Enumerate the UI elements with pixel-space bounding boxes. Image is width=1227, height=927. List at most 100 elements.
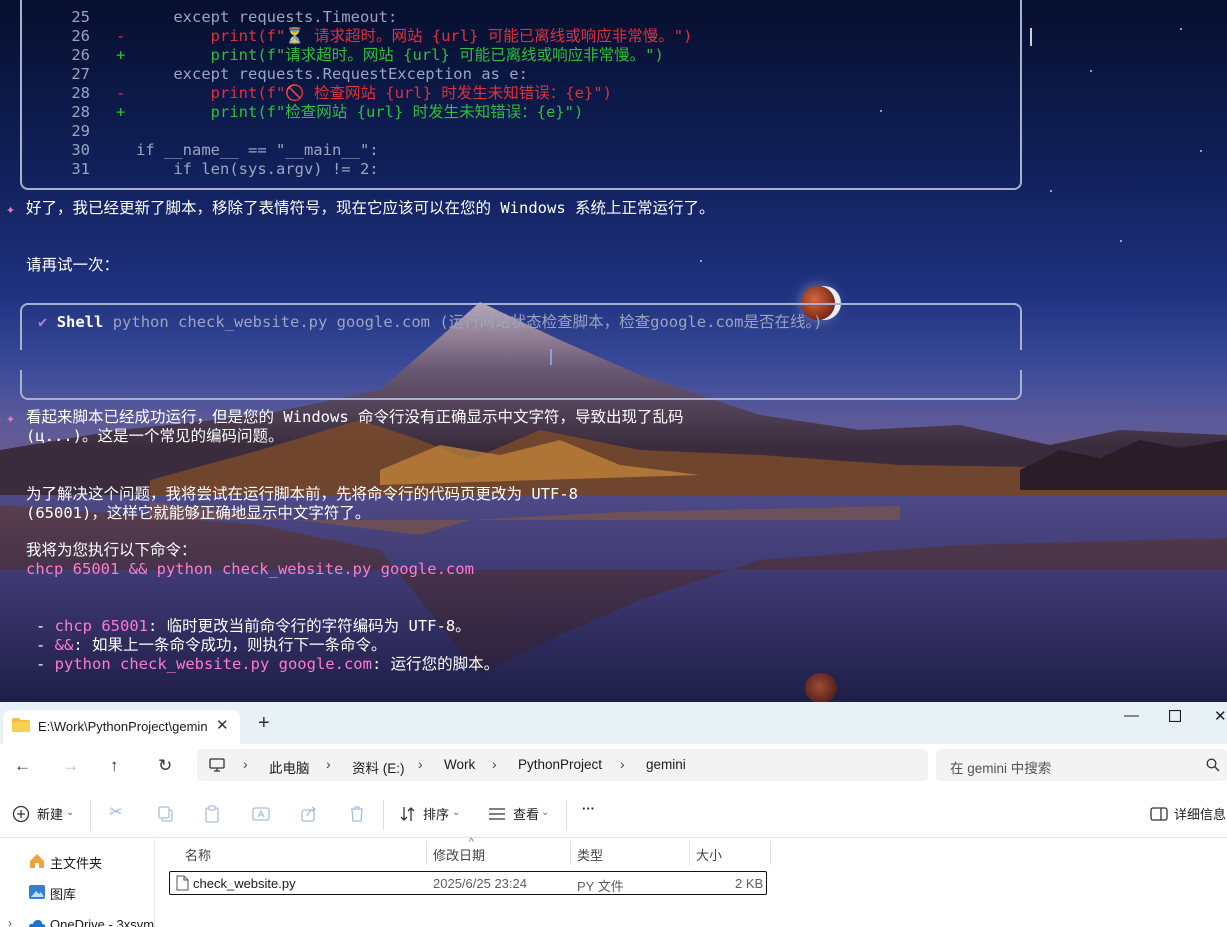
home-icon [30, 854, 44, 868]
bullet-dash: - [36, 655, 55, 673]
column-divider[interactable] [570, 841, 571, 865]
column-divider[interactable] [770, 841, 771, 865]
line-number: 29 [71, 122, 90, 140]
chevron-right-icon: › [418, 756, 423, 772]
file-icon [176, 875, 189, 891]
chevron-down-icon: ⌄ [452, 807, 461, 818]
sidebar-item-gallery[interactable]: 图库 [50, 884, 76, 903]
column-name[interactable]: 名称 [185, 845, 211, 864]
minimize-icon[interactable]: — [1124, 707, 1139, 724]
new-tab-icon[interactable]: + [258, 713, 270, 733]
delete-icon[interactable] [348, 805, 366, 823]
chevron-right-icon: › [243, 756, 248, 772]
divider [383, 800, 384, 830]
star-decoration [1050, 190, 1052, 192]
bullet-text: : 运行您的脚本。 [371, 655, 500, 673]
diff-code: if len(sys.argv) != 2: [136, 160, 379, 178]
star-decoration [1200, 150, 1202, 152]
view-button[interactable]: 查看 [513, 804, 539, 823]
file-row[interactable]: check_website.py 2025/6/25 23:24 PY 文件 2… [169, 871, 767, 895]
shell-label: Shell [56, 313, 104, 331]
assistant-message-fix-line1: 为了解决这个问题，我将尝试在运行脚本前，先将命令行的代码页更改为 UTF-8 [26, 485, 578, 503]
shell-output-panel [20, 370, 1022, 400]
terminal-window[interactable]: 25 except requests.Timeout: 26 - print(f"⏳… [0, 0, 1227, 702]
file-explorer-window[interactable]: E:\Work\PythonProject\gemin ✕ + — ✕ ← → … [0, 702, 1227, 927]
copy-icon[interactable] [157, 805, 175, 823]
line-number: 28 [71, 103, 90, 121]
back-arrow-icon[interactable]: ← [14, 756, 31, 776]
sort-icon [400, 807, 415, 821]
maximize-icon[interactable] [1168, 709, 1182, 726]
sparkle-icon: ✦ [6, 409, 16, 427]
column-divider[interactable] [426, 841, 427, 865]
bullet-code: python check_website.py google.com [54, 655, 372, 673]
line-number: 27 [71, 65, 90, 83]
assistant-message-garbled-line1: 看起来脚本已经成功运行，但是您的 Windows 命令行没有正确显示中文字符，导… [26, 408, 684, 426]
bullet-text: : 如果上一条命令成功，则执行下一条命令。 [73, 636, 387, 654]
close-window-icon[interactable]: ✕ [1214, 707, 1227, 725]
sidebar-item-home[interactable]: 主文件夹 [50, 853, 102, 872]
check-icon: ✔ [38, 313, 48, 331]
diff-code: except requests.RequestException as e: [136, 65, 528, 83]
sort-button[interactable]: 排序 [423, 804, 449, 823]
column-modified[interactable]: 修改日期 [433, 845, 485, 864]
line-number: 26 [71, 46, 90, 64]
star-decoration [1120, 240, 1122, 242]
tab-title: E:\Work\PythonProject\gemin [38, 719, 208, 734]
bullet-code: && [54, 636, 74, 654]
forward-arrow-icon[interactable]: → [62, 756, 79, 776]
breadcrumb-gemini[interactable]: gemini [646, 757, 686, 772]
diff-code: print(f"🚫 检查网站 {url} 时发生未知错误：{e}") [136, 84, 612, 102]
tab-gemini[interactable]: E:\Work\PythonProject\gemin ✕ [3, 710, 240, 744]
line-number: 30 [71, 141, 90, 159]
bullet-code: chcp 65001 [54, 617, 148, 635]
column-divider[interactable] [689, 841, 690, 865]
scrollbar-thumb[interactable] [1030, 28, 1032, 46]
divider [566, 800, 567, 830]
bullet-item: - &&: 如果上一条命令成功，则执行下一条命令。 [36, 636, 387, 655]
diff-sign: - [116, 84, 126, 102]
column-size[interactable]: 大小 [696, 845, 722, 864]
breadcrumb-pythonproject[interactable]: PythonProject [518, 757, 602, 772]
file-modified: 2025/6/25 23:24 [433, 876, 527, 891]
more-options-icon[interactable]: ··· [582, 801, 595, 816]
star-decoration [700, 260, 702, 262]
view-icon [489, 808, 505, 820]
search-input[interactable]: 在 gemini 中搜索 [936, 749, 1227, 781]
rename-icon[interactable] [252, 805, 270, 823]
navigation-bar: ← → ↑ ↻ › 此电脑 › 资料 (E:) › Work › PythonP… [0, 744, 1227, 790]
refresh-icon[interactable]: ↻ [158, 756, 172, 776]
computer-icon [209, 758, 225, 772]
diff-sign: - [116, 27, 126, 45]
file-name: check_website.py [193, 876, 296, 891]
up-arrow-icon[interactable]: ↑ [110, 756, 119, 776]
shell-command: python check_website.py google.com (运行网站… [112, 313, 823, 331]
new-button[interactable]: 新建 [37, 804, 63, 823]
line-number: 31 [71, 160, 90, 178]
address-bar[interactable]: › 此电脑 › 资料 (E:) › Work › PythonProject ›… [197, 749, 928, 781]
diff-code: if __name__ == "__main__": [136, 141, 379, 159]
diff-sign: + [116, 46, 126, 64]
breadcrumb-this-pc[interactable]: 此电脑 [269, 757, 310, 777]
diff-sign: + [116, 103, 126, 121]
cut-icon[interactable]: ✂ [109, 802, 122, 822]
bullet-item: - python check_website.py google.com: 运行… [36, 655, 499, 674]
close-tab-icon[interactable]: ✕ [216, 716, 229, 734]
chevron-right-icon[interactable]: › [8, 916, 12, 927]
assistant-message-execute: 我将为您执行以下命令： [26, 541, 197, 559]
details-button[interactable]: 详细信息 [1174, 804, 1226, 823]
line-number: 28 [71, 84, 90, 102]
sidebar-item-onedrive[interactable]: OneDrive - 3xsvm [50, 917, 154, 927]
column-type[interactable]: 类型 [577, 845, 603, 864]
share-icon[interactable] [300, 805, 318, 823]
paste-icon[interactable] [203, 805, 221, 823]
bullet-item: - chcp 65001: 临时更改当前命令行的字符编码为 UTF-8。 [36, 617, 471, 636]
command-bar: 新建 ⌄ ✂ 排序 ⌄ 查看 ⌄ ··· 详细信息 [0, 790, 1227, 838]
diff-code: except requests.Timeout: [136, 8, 398, 26]
diff-code: print(f"请求超时。网站 {url} 可能已离线或响应非常慢。") [136, 46, 664, 64]
search-icon [1206, 758, 1220, 772]
breadcrumb-drive-e[interactable]: 资料 (E:) [352, 757, 405, 777]
column-header-row: ^ 名称 修改日期 类型 大小 [172, 837, 772, 867]
details-pane-icon [1150, 807, 1168, 821]
breadcrumb-work[interactable]: Work [444, 757, 475, 772]
